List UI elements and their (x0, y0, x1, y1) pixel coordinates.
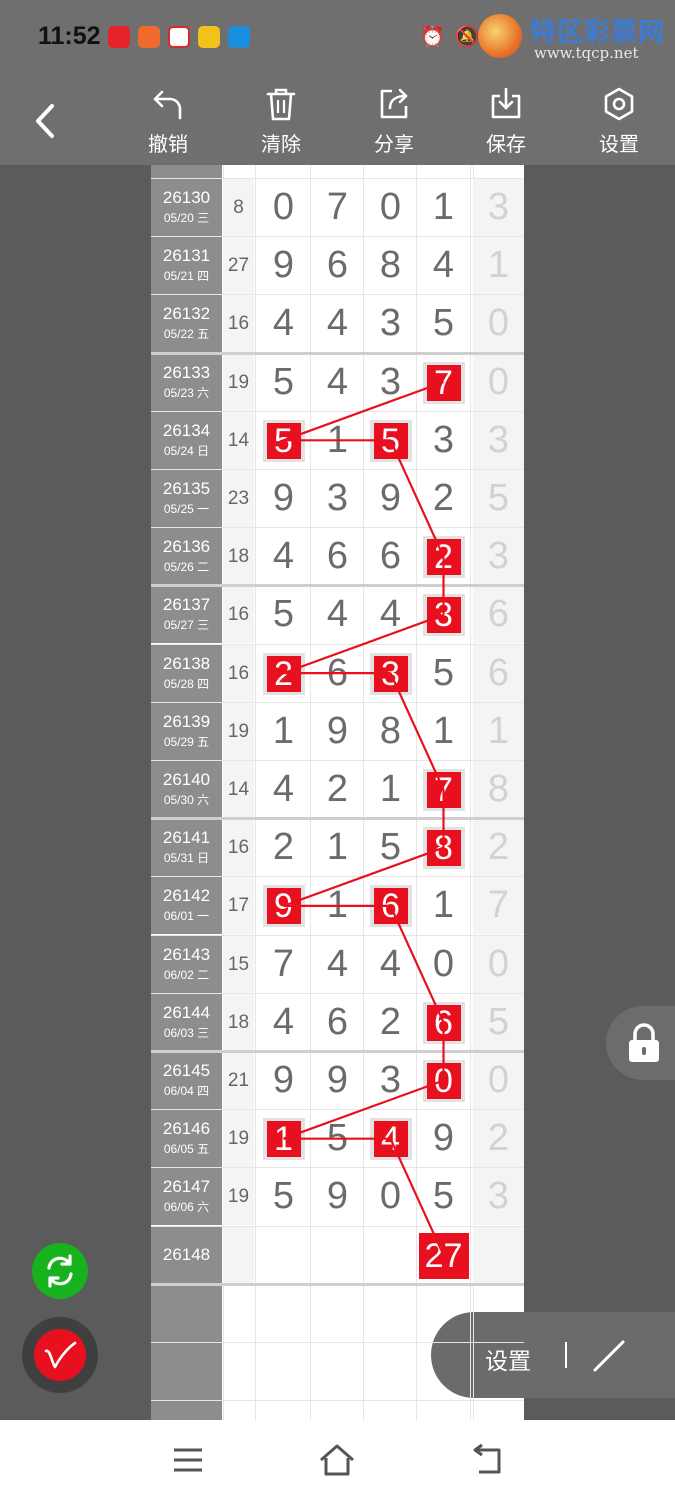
toolbar: 撤销 清除 分享 保存 设置 (0, 78, 675, 165)
share-label: 分享 (374, 134, 414, 156)
save-label: 保存 (486, 134, 526, 156)
trend-chart-canvas[interactable]: 26130 05/20 三 8 0 7 0 1 3 26131 05/21 四 27 9 6 8 4 1 261… (151, 165, 524, 1420)
home-nav-button[interactable] (317, 1442, 357, 1478)
clear-label: 清除 (261, 134, 301, 156)
undo-button[interactable]: 撤销 (133, 86, 203, 162)
lock-button[interactable] (606, 1006, 675, 1080)
connector-line (389, 439, 445, 558)
settings-label: 设置 (599, 134, 639, 156)
system-status-icons: ⏰ 🔕 (420, 24, 480, 49)
watermark-logo-icon (478, 14, 522, 58)
clock: 11:52 (38, 22, 101, 50)
download-icon (491, 87, 521, 119)
back-button[interactable] (26, 98, 66, 144)
connector-line (389, 672, 445, 790)
draw-line-icon[interactable] (589, 1336, 629, 1376)
back-nav-icon (473, 1443, 501, 1474)
status-bar: 11:52 ⏰ 🔕 特区彩票网 www.tqcp.net (0, 0, 675, 78)
yellow-app-icon (198, 26, 220, 48)
video-app-icon (138, 26, 160, 48)
clear-button[interactable]: 清除 (246, 86, 316, 162)
alarm-icon: ⏰ (420, 26, 445, 48)
pen-icon (44, 1341, 77, 1369)
watermark-url: www.tqcp.net (534, 44, 639, 62)
blue-app-icon (228, 26, 250, 48)
back-icon (36, 104, 54, 138)
undo-icon (153, 90, 182, 120)
menu-nav-button[interactable] (168, 1442, 208, 1478)
notification-icons (108, 26, 250, 48)
share-icon (380, 88, 408, 119)
watermark: 特区彩票网 www.tqcp.net (476, 10, 671, 66)
pen-button[interactable] (22, 1317, 98, 1393)
home-icon (320, 1444, 354, 1476)
hexagon-settings-icon (604, 87, 634, 121)
connector-line (389, 905, 445, 1023)
pen-button-inner (34, 1329, 86, 1381)
connector-lines (283, 381, 445, 1256)
connector-line (389, 1138, 445, 1256)
calendar-app-icon (168, 26, 190, 48)
menu-icon (174, 1448, 202, 1472)
connector-line (283, 1079, 444, 1140)
trash-icon (266, 88, 296, 121)
share-button[interactable]: 分享 (359, 86, 429, 162)
pill-divider (565, 1342, 567, 1368)
back-nav-button[interactable] (467, 1442, 507, 1478)
connector-line (283, 381, 444, 442)
settings-button[interactable]: 设置 (584, 86, 654, 162)
system-navigation-bar (0, 1420, 675, 1500)
undo-label: 撤销 (148, 134, 188, 156)
sync-button[interactable] (32, 1243, 88, 1299)
sync-icon (47, 1254, 73, 1288)
save-button[interactable]: 保存 (471, 86, 541, 162)
lock-icon (629, 1023, 659, 1062)
app-notification-icon (108, 26, 130, 48)
connector-line (283, 613, 444, 675)
connector-line (283, 846, 444, 907)
